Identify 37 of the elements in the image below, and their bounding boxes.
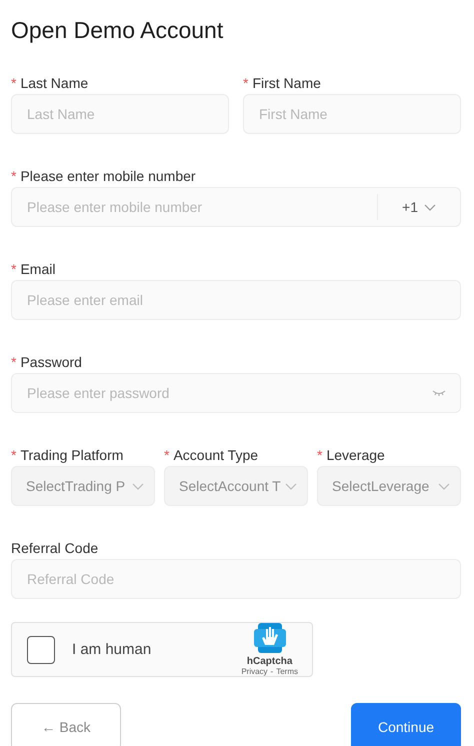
field-label: Account Type bbox=[173, 447, 258, 463]
input-field[interactable]: Last Name bbox=[11, 94, 229, 134]
field-label: Referral Code bbox=[11, 540, 98, 556]
captcha-brand: hCaptcha bbox=[246, 656, 292, 667]
captcha-label: I am human bbox=[72, 641, 152, 658]
input-field[interactable]: First Name bbox=[243, 94, 461, 134]
input-field[interactable]: Please enter email bbox=[11, 280, 461, 320]
link-separator: - bbox=[270, 667, 274, 676]
chevron-down-icon bbox=[438, 482, 450, 490]
input-field[interactable]: Please enter mobile number bbox=[12, 188, 378, 226]
continue-button[interactable]: Continue bbox=[351, 703, 461, 746]
field-label: Leverage bbox=[326, 447, 385, 463]
field-label: Last Name bbox=[20, 75, 88, 91]
phone-field[interactable]: Please enter mobile number +1 bbox=[11, 187, 461, 227]
page-title: Open Demo Account bbox=[11, 16, 224, 45]
field-label: Email bbox=[20, 261, 56, 277]
field-label: Trading Platform bbox=[20, 447, 124, 463]
input-field[interactable]: Referral Code bbox=[11, 559, 461, 599]
required-marker: * bbox=[11, 354, 16, 370]
required-marker: * bbox=[11, 261, 16, 277]
field-label: Password bbox=[20, 354, 82, 370]
required-marker: * bbox=[243, 75, 248, 91]
field-label: Please enter mobile number bbox=[20, 168, 196, 184]
terms-link[interactable]: Terms bbox=[276, 667, 298, 676]
required-marker: * bbox=[164, 447, 170, 463]
required-marker: * bbox=[317, 447, 322, 463]
chevron-down-icon bbox=[285, 482, 297, 490]
country-code-select[interactable]: +1 bbox=[377, 194, 460, 220]
chevron-down-icon bbox=[132, 482, 144, 490]
chevron-down-icon bbox=[424, 204, 436, 210]
required-marker: * bbox=[11, 75, 16, 91]
field-label: First Name bbox=[252, 75, 321, 91]
required-marker: * bbox=[11, 447, 16, 463]
checkbox[interactable] bbox=[27, 636, 55, 664]
privacy-link[interactable]: Privacy bbox=[241, 667, 268, 676]
back-button[interactable]: ← Back bbox=[11, 703, 121, 746]
required-marker: * bbox=[11, 168, 16, 184]
